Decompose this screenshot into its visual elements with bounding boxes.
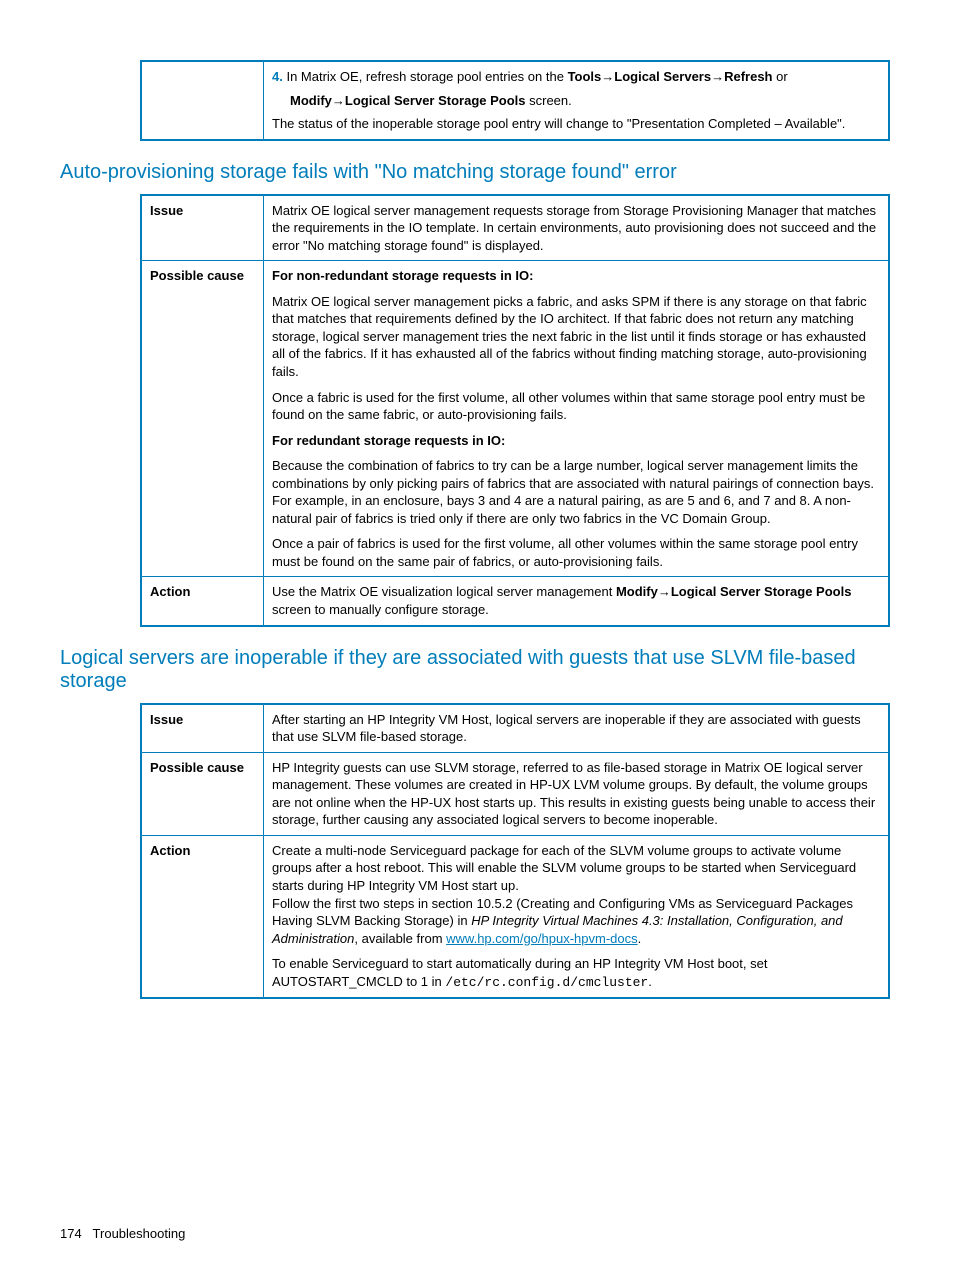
cause-heading-nonredundant: For non-redundant storage requests in IO… — [272, 267, 880, 285]
step4-refresh: Refresh — [724, 69, 772, 84]
arrow-icon: → — [601, 69, 614, 84]
page-number: 174 — [60, 1226, 82, 1241]
step4-or: or — [773, 69, 788, 84]
action-pools: Logical Server Storage Pools — [671, 584, 852, 599]
empty-label-cell — [141, 61, 264, 140]
step4-cell: 4. In Matrix OE, refresh storage pool en… — [264, 61, 890, 140]
arrow-icon: → — [658, 584, 671, 599]
action-label: Action — [141, 835, 264, 998]
footer-text: Troubleshooting — [93, 1226, 186, 1241]
step4-after: The status of the inoperable storage poo… — [272, 115, 880, 133]
action-p3c: . — [648, 974, 652, 989]
table-slvm: Issue After starting an HP Integrity VM … — [140, 703, 890, 1000]
action-label: Action — [141, 577, 264, 626]
cause-heading-redundant: For redundant storage requests in IO: — [272, 432, 880, 450]
step-number: 4. — [272, 69, 283, 84]
action-modify: Modify — [616, 584, 658, 599]
action-cell: Use the Matrix OE visualization logical … — [264, 577, 890, 626]
issue-label: Issue — [141, 704, 264, 753]
action-p3b: /etc/rc.config.d/cmcluster — [445, 975, 648, 990]
action-p1: Create a multi-node Serviceguard package… — [272, 842, 880, 895]
action-p2d: . — [638, 931, 642, 946]
cause-cell: For non-redundant storage requests in IO… — [264, 261, 890, 577]
action-text-d: screen to manually configure storage. — [272, 602, 489, 617]
step4-logical-servers: Logical Servers — [614, 69, 711, 84]
step4-screen: screen. — [526, 93, 572, 108]
issue-text: After starting an HP Integrity VM Host, … — [264, 704, 890, 753]
doc-link[interactable]: www.hp.com/go/hpux-hpvm-docs — [446, 931, 637, 946]
arrow-icon: → — [332, 93, 345, 108]
cause-p2: Once a fabric is used for the first volu… — [272, 389, 880, 424]
action-p2c: , available from — [354, 931, 446, 946]
step4-pools: Logical Server Storage Pools — [345, 93, 526, 108]
issue-label: Issue — [141, 195, 264, 261]
cause-p3: Because the combination of fabrics to tr… — [272, 457, 880, 527]
issue-text: Matrix OE logical server management requ… — [264, 195, 890, 261]
page-footer: 174 Troubleshooting — [60, 1226, 185, 1241]
cause-label: Possible cause — [141, 752, 264, 835]
cause-p4: Once a pair of fabrics is used for the f… — [272, 535, 880, 570]
cause-label: Possible cause — [141, 261, 264, 577]
cause-text: HP Integrity guests can use SLVM storage… — [264, 752, 890, 835]
cause-p1: Matrix OE logical server management pick… — [272, 293, 880, 381]
step4-tools: Tools — [568, 69, 602, 84]
table-auto-provisioning: Issue Matrix OE logical server managemen… — [140, 194, 890, 627]
action-text-a: Use the Matrix OE visualization logical … — [272, 584, 616, 599]
table-step-continuation: 4. In Matrix OE, refresh storage pool en… — [140, 60, 890, 141]
arrow-icon: → — [711, 69, 724, 84]
step4-modify: Modify — [290, 93, 332, 108]
action-cell: Create a multi-node Serviceguard package… — [264, 835, 890, 998]
heading-auto-provisioning: Auto-provisioning storage fails with "No… — [60, 161, 894, 184]
document-page: 4. In Matrix OE, refresh storage pool en… — [0, 0, 954, 1271]
step4-text-a: In Matrix OE, refresh storage pool entri… — [286, 69, 567, 84]
heading-slvm: Logical servers are inoperable if they a… — [60, 647, 894, 693]
